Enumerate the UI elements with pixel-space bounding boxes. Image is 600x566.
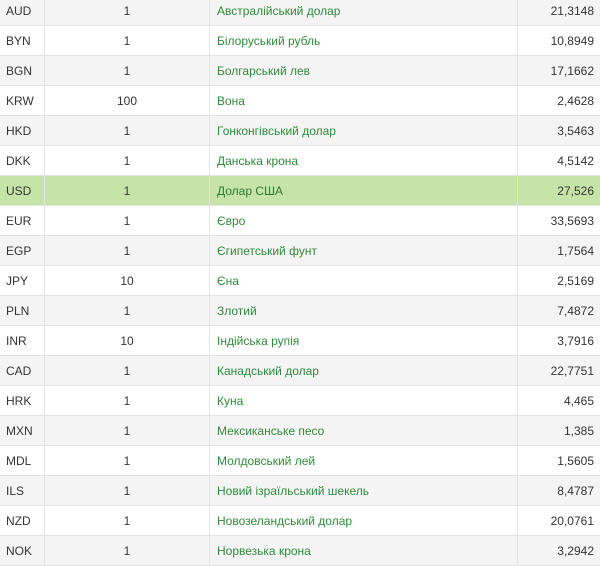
currency-code: AUD: [0, 0, 45, 26]
table-row: KRW 100 Вона 2,4628: [0, 85, 600, 116]
currency-code: HRK: [0, 385, 45, 416]
table-row: BYN 1 Білоруський рубль 10,8949: [0, 25, 600, 56]
currency-code: NZD: [0, 505, 45, 536]
currency-units: 1: [44, 295, 210, 326]
exchange-rate: 4,5142: [517, 145, 600, 176]
currency-name-link[interactable]: Індійська рупія: [209, 325, 518, 356]
currency-units: 1: [44, 175, 210, 206]
currency-name-link[interactable]: Мексиканське песо: [209, 415, 518, 446]
currency-units: 1: [44, 475, 210, 506]
currency-code: JPY: [0, 265, 45, 296]
table-row: JPY 10 Єна 2,5169: [0, 265, 600, 296]
currency-code: INR: [0, 325, 45, 356]
table-row: MXN 1 Мексиканське песо 1,385: [0, 415, 600, 446]
exchange-rate: 33,5693: [517, 205, 600, 236]
currency-name-link[interactable]: Гонконгівський долар: [209, 115, 518, 146]
currency-units: 10: [44, 325, 210, 356]
currency-code: DKK: [0, 145, 45, 176]
currency-code: BYN: [0, 25, 45, 56]
table-row: HKD 1 Гонконгівський долар 3,5463: [0, 115, 600, 146]
exchange-rate: 22,7751: [517, 355, 600, 386]
currency-code: CAD: [0, 355, 45, 386]
currency-code: EUR: [0, 205, 45, 236]
currency-units: 1: [44, 25, 210, 56]
exchange-rate: 3,7916: [517, 325, 600, 356]
table-row: AUD 1 Австралійський долар 21,3148: [0, 0, 600, 26]
currency-units: 1: [44, 355, 210, 386]
currency-name-link[interactable]: Норвезька крона: [209, 535, 518, 566]
currency-name-link[interactable]: Австралійський долар: [209, 0, 518, 26]
currency-name-link[interactable]: Канадський долар: [209, 355, 518, 386]
table-row: MDL 1 Молдовський лей 1,5605: [0, 445, 600, 476]
currency-units: 1: [44, 385, 210, 416]
currency-units: 1: [44, 445, 210, 476]
currency-units: 100: [44, 85, 210, 116]
exchange-rate: 27,526: [517, 175, 600, 206]
table-row: BGN 1 Болгарський лев 17,1662: [0, 55, 600, 86]
exchange-rate: 4,465: [517, 385, 600, 416]
exchange-rate: 1,7564: [517, 235, 600, 266]
exchange-rate: 1,5605: [517, 445, 600, 476]
currency-units: 1: [44, 205, 210, 236]
currency-name-link[interactable]: Куна: [209, 385, 518, 416]
exchange-rate: 7,4872: [517, 295, 600, 326]
currency-name-link[interactable]: Злотий: [209, 295, 518, 326]
currency-name-link[interactable]: Євро: [209, 205, 518, 236]
currency-code: MXN: [0, 415, 45, 446]
currency-code: BGN: [0, 55, 45, 86]
currency-rates-table: AUD 1 Австралійський долар 21,3148 BYN 1…: [0, 0, 600, 566]
currency-code: NOK: [0, 535, 45, 566]
currency-units: 1: [44, 115, 210, 146]
table-row: NOK 1 Норвезька крона 3,2942: [0, 535, 600, 566]
currency-name-link[interactable]: Молдовський лей: [209, 445, 518, 476]
exchange-rate: 3,2942: [517, 535, 600, 566]
currency-units: 1: [44, 415, 210, 446]
currency-name-link[interactable]: Єгипетський фунт: [209, 235, 518, 266]
table-row: DKK 1 Данська крона 4,5142: [0, 145, 600, 176]
currency-units: 10: [44, 265, 210, 296]
currency-code: ILS: [0, 475, 45, 506]
exchange-rate: 21,3148: [517, 0, 600, 26]
table-row-highlighted: USD 1 Долар США 27,526: [0, 175, 600, 206]
currency-name-link[interactable]: Новий ізраїльський шекель: [209, 475, 518, 506]
currency-name-link[interactable]: Болгарський лев: [209, 55, 518, 86]
currency-units: 1: [44, 0, 210, 26]
currency-code: USD: [0, 175, 45, 206]
exchange-rate: 10,8949: [517, 25, 600, 56]
currency-units: 1: [44, 145, 210, 176]
exchange-rate: 17,1662: [517, 55, 600, 86]
exchange-rate: 2,4628: [517, 85, 600, 116]
currency-name-link[interactable]: Долар США: [209, 175, 518, 206]
table-row: NZD 1 Новозеландський долар 20,0761: [0, 505, 600, 536]
currency-units: 1: [44, 505, 210, 536]
exchange-rate: 8,4787: [517, 475, 600, 506]
table-row: CAD 1 Канадський долар 22,7751: [0, 355, 600, 386]
table-row: HRK 1 Куна 4,465: [0, 385, 600, 416]
currency-code: EGP: [0, 235, 45, 266]
table-row: PLN 1 Злотий 7,4872: [0, 295, 600, 326]
currency-rates-body: AUD 1 Австралійський долар 21,3148 BYN 1…: [0, 0, 600, 566]
table-row: EUR 1 Євро 33,5693: [0, 205, 600, 236]
currency-units: 1: [44, 535, 210, 566]
currency-code: PLN: [0, 295, 45, 326]
table-row: ILS 1 Новий ізраїльський шекель 8,4787: [0, 475, 600, 506]
currency-name-link[interactable]: Новозеландський долар: [209, 505, 518, 536]
exchange-rate: 20,0761: [517, 505, 600, 536]
currency-name-link[interactable]: Єна: [209, 265, 518, 296]
currency-name-link[interactable]: Вона: [209, 85, 518, 116]
currency-code: KRW: [0, 85, 45, 116]
currency-units: 1: [44, 235, 210, 266]
currency-name-link[interactable]: Білоруський рубль: [209, 25, 518, 56]
table-row: EGP 1 Єгипетський фунт 1,7564: [0, 235, 600, 266]
currency-code: HKD: [0, 115, 45, 146]
exchange-rate: 3,5463: [517, 115, 600, 146]
exchange-rate: 1,385: [517, 415, 600, 446]
currency-name-link[interactable]: Данська крона: [209, 145, 518, 176]
table-row: INR 10 Індійська рупія 3,7916: [0, 325, 600, 356]
currency-code: MDL: [0, 445, 45, 476]
currency-units: 1: [44, 55, 210, 86]
exchange-rate: 2,5169: [517, 265, 600, 296]
